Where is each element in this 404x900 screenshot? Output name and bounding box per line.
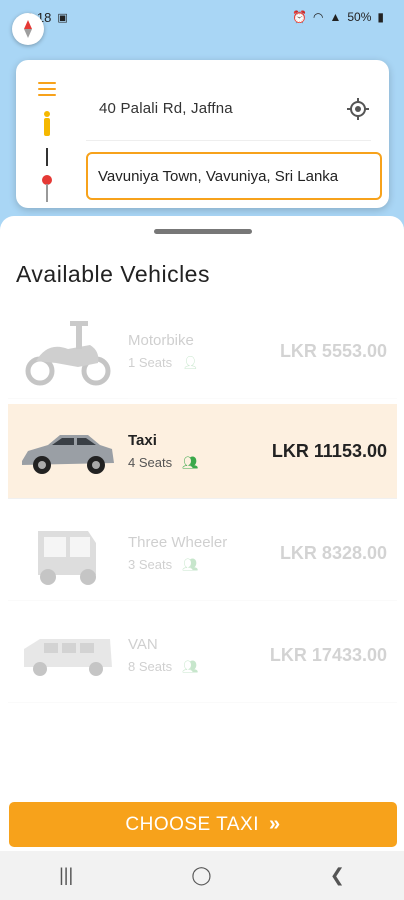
signal-icon: ▲	[329, 10, 342, 24]
vehicle-name: VAN	[128, 635, 158, 653]
vehicle-info: Three Wheeler 3 Seats 👥︎	[128, 534, 227, 573]
vehicle-info: Taxi 4 Seats 👥︎	[128, 432, 199, 471]
taxi-car-image	[22, 435, 114, 474]
status-bar: 2:18 ▣ ⏰ ◠ ▲ 50% ▮	[0, 0, 404, 34]
vehicle-seats: 4 Seats 👥︎	[128, 455, 199, 471]
three-wheeler-image	[38, 531, 96, 585]
double-chevron-right-icon: »	[268, 813, 281, 835]
vehicle-name: Taxi	[128, 431, 157, 449]
choose-button-label: CHOOSE TAXI	[125, 813, 259, 835]
vehicle-seats: 8 Seats 👥︎	[128, 659, 199, 675]
destination-input[interactable]	[86, 152, 382, 200]
battery-icon: ▮	[377, 10, 384, 24]
route-card: 40 Palali Rd, Jaffna	[16, 60, 389, 208]
recents-icon[interactable]: |||	[59, 865, 73, 886]
vehicle-name: Motorbike	[128, 331, 194, 349]
person-icon: 👤︎	[182, 354, 199, 370]
vehicle-info: Motorbike 1 Seats 👤︎	[128, 332, 199, 371]
status-icons: ⏰ ◠ ▲ 50% ▮	[292, 10, 384, 24]
pickup-person-icon	[44, 111, 50, 136]
vehicle-sheet: Available Vehicles Motorbike 1 Seats 👤︎ …	[0, 216, 404, 900]
route-indicator	[42, 111, 52, 202]
drag-handle[interactable]	[154, 229, 252, 234]
menu-icon[interactable]	[38, 82, 56, 96]
motorbike-image	[25, 321, 111, 386]
vehicle-row-van[interactable]: VAN 8 Seats 👥︎ LKR 17433.00	[8, 608, 397, 703]
image-icon: ▣	[57, 11, 68, 24]
vehicle-price: LKR 11153.00	[271, 440, 387, 461]
sheet-title: Available Vehicles	[16, 261, 210, 287]
vehicle-row-three-wheeler[interactable]: Three Wheeler 3 Seats 👥︎ LKR 8328.00	[8, 506, 397, 601]
vehicle-seats: 1 Seats 👤︎	[128, 355, 199, 371]
seat-count: 3 Seats	[128, 557, 173, 572]
seat-count: 4 Seats	[128, 455, 173, 470]
person-icon: 👥︎	[182, 454, 199, 470]
vehicle-seats: 3 Seats 👥︎	[128, 557, 227, 573]
home-icon[interactable]: ◯	[191, 865, 211, 886]
person-icon: 👥︎	[182, 658, 199, 674]
vehicle-row-motorbike[interactable]: Motorbike 1 Seats 👤︎ LKR 5553.00	[8, 304, 397, 399]
battery-text: 50%	[347, 10, 372, 24]
wifi-icon: ◠	[312, 10, 324, 24]
pickup-address[interactable]: 40 Palali Rd, Jaffna	[99, 100, 233, 117]
gps-target-icon[interactable]	[346, 97, 370, 121]
seat-count: 1 Seats	[128, 355, 173, 370]
person-icon: 👥︎	[182, 556, 199, 572]
back-icon[interactable]: ❮	[330, 865, 345, 886]
choose-vehicle-button[interactable]: CHOOSE TAXI »	[9, 802, 397, 847]
vehicle-price: LKR 5553.00	[279, 340, 387, 361]
compass-icon[interactable]	[12, 13, 44, 45]
vehicle-row-taxi[interactable]: Taxi 4 Seats 👥︎ LKR 11153.00	[8, 404, 397, 499]
alarm-icon: ⏰	[292, 10, 307, 24]
vehicle-info: VAN 8 Seats 👥︎	[128, 636, 199, 675]
vehicle-price: LKR 8328.00	[279, 542, 387, 563]
vehicle-name: Three Wheeler	[128, 533, 228, 551]
seat-count: 8 Seats	[128, 659, 173, 674]
destination-pin-icon	[42, 175, 52, 202]
vehicle-price: LKR 17433.00	[269, 644, 387, 665]
system-nav-bar: ||| ◯ ❮	[0, 851, 404, 900]
divider	[86, 140, 371, 141]
van-image	[24, 639, 112, 676]
